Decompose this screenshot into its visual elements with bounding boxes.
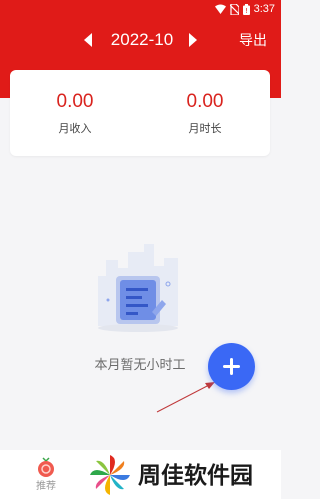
tab-recommend-label: 推荐 xyxy=(36,481,56,492)
current-month[interactable]: 2022-10 xyxy=(102,29,182,51)
monthly-hours-label: 月时长 xyxy=(188,123,222,135)
monthly-income-value: 0.00 xyxy=(56,91,94,112)
export-button[interactable]: 导出 xyxy=(239,29,273,51)
monthly-stats-card: 0.00 月收入 0.00 月时长 xyxy=(10,70,270,156)
prev-month-icon[interactable] xyxy=(82,32,94,48)
monthly-income: 0.00 月收入 xyxy=(30,90,120,136)
next-month-icon[interactable] xyxy=(187,32,199,48)
add-worker-button[interactable] xyxy=(208,343,255,390)
pinwheel-logo xyxy=(90,455,130,495)
status-icons: ! 3:37 xyxy=(214,3,275,15)
status-bar: ! 3:37 xyxy=(0,0,281,18)
watermark-text: 周佳软件园 xyxy=(138,462,253,488)
wifi-icon xyxy=(214,4,226,14)
empty-state-message: 本月暂无小时工 xyxy=(94,357,186,372)
recommend-icon xyxy=(38,457,54,477)
watermark: 周佳软件园 xyxy=(88,453,278,497)
month-navigator: 2022-10 导出 xyxy=(0,26,281,54)
status-time: 3:37 xyxy=(253,3,275,15)
plus-icon xyxy=(223,358,240,375)
empty-document-icon xyxy=(98,244,178,332)
monthly-hours: 0.00 月时长 xyxy=(160,90,250,136)
monthly-income-label: 月收入 xyxy=(58,123,92,135)
tab-recommend[interactable]: 推荐 xyxy=(26,456,66,496)
monthly-hours-value: 0.00 xyxy=(186,91,224,112)
battery-icon: ! xyxy=(242,3,250,15)
svg-text:!: ! xyxy=(245,7,248,15)
no-sim-icon xyxy=(229,3,239,15)
